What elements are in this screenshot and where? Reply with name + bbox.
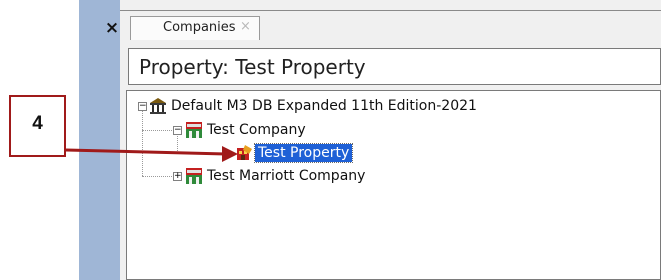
callout-arrow-icon	[65, 146, 238, 162]
